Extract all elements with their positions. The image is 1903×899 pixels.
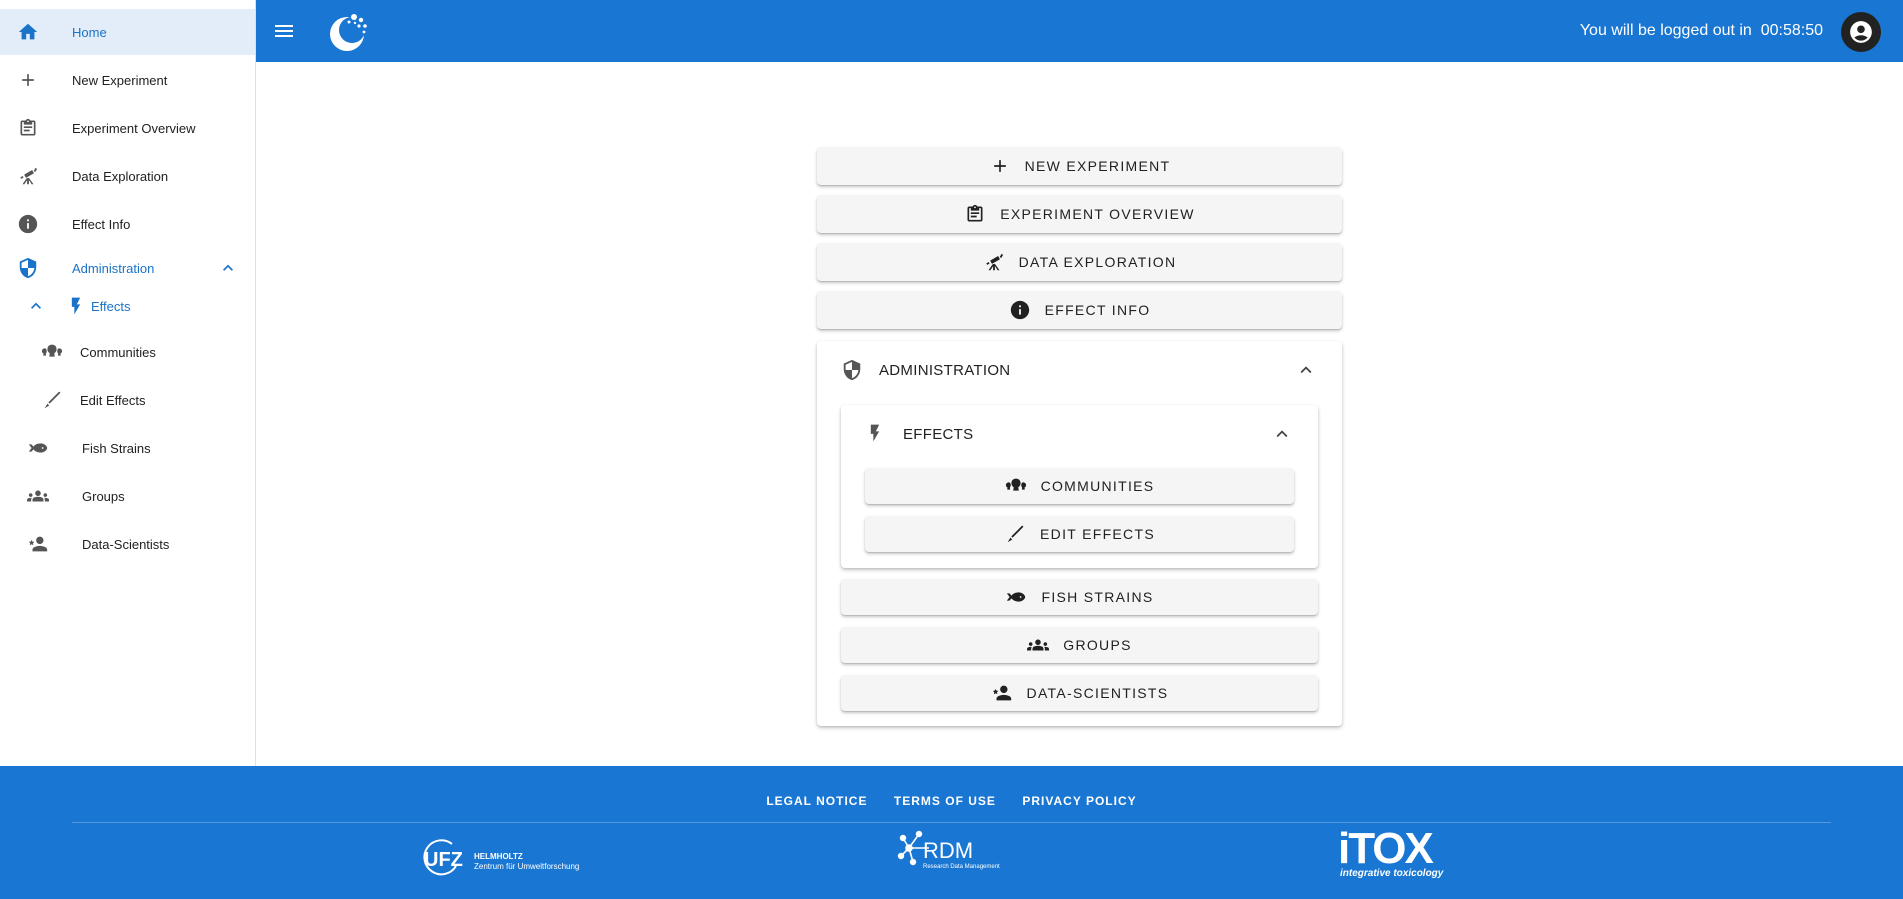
sidebar-item-label: Effects <box>91 298 131 314</box>
panel-title: EFFECTS <box>903 425 974 443</box>
sidebar-item-fish-strains[interactable]: Fish Strains <box>0 425 255 471</box>
telescope-icon <box>983 251 1005 273</box>
lightning-icon <box>865 423 887 445</box>
rdm-logo[interactable]: RDM Research Data Management <box>895 828 1011 886</box>
button-label: EXPERIMENT OVERVIEW <box>1000 206 1195 222</box>
ufz-subtitle: HELMHOLTZ <box>474 852 523 861</box>
sidebar-item-data-scientists[interactable]: Data-Scientists <box>0 521 255 567</box>
button-label: GROUPS <box>1063 637 1132 653</box>
chevron-up-icon[interactable] <box>24 294 48 318</box>
edit-effects-button[interactable]: EDIT EFFECTS <box>865 516 1294 552</box>
administration-panel: ADMINISTRATION EFFECTS COMMUNITIES EDIT … <box>817 341 1342 726</box>
administration-header[interactable]: ADMINISTRATION <box>841 358 1010 382</box>
groups-button[interactable]: GROUPS <box>841 627 1318 663</box>
sidebar-item-label: Communities <box>80 344 156 360</box>
effects-panel: EFFECTS COMMUNITIES EDIT EFFECTS <box>841 405 1318 568</box>
sidebar-item-effect-info[interactable]: Effect Info <box>0 201 255 247</box>
button-label: EDIT EFFECTS <box>1040 526 1155 542</box>
fish-icon <box>1005 586 1027 608</box>
button-label: DATA-SCIENTISTS <box>1026 685 1169 701</box>
lightning-icon <box>64 294 88 318</box>
chevron-up-icon[interactable] <box>1295 359 1317 381</box>
button-label: EFFECT INFO <box>1044 302 1151 318</box>
person-star-icon <box>26 532 50 556</box>
app-logo[interactable] <box>326 10 370 54</box>
info-icon <box>1009 299 1031 321</box>
experiment-overview-button[interactable]: EXPERIMENT OVERVIEW <box>817 195 1342 233</box>
legal-notice-link[interactable]: LEGAL NOTICE <box>766 794 867 808</box>
sidebar-item-communities[interactable]: Communities <box>0 329 255 375</box>
privacy-policy-link[interactable]: PRIVACY POLICY <box>1022 794 1136 808</box>
shield-icon <box>841 359 863 381</box>
sidebar: Home New Experiment Experiment Overview … <box>0 0 256 766</box>
sidebar-item-label: New Experiment <box>72 72 168 88</box>
rdm-text: RDM <box>923 838 974 863</box>
rdm-subtitle: Research Data Management <box>923 864 1000 870</box>
chevron-up-icon[interactable] <box>1271 423 1293 445</box>
account-icon[interactable] <box>1841 12 1881 52</box>
panel-title: ADMINISTRATION <box>879 361 1011 379</box>
effect-info-button[interactable]: EFFECT INFO <box>817 291 1342 329</box>
fish-icon <box>26 436 50 460</box>
info-icon <box>16 212 40 236</box>
communities-icon <box>1005 475 1027 497</box>
sidebar-item-label: Administration <box>72 260 155 276</box>
communities-icon <box>40 340 64 364</box>
pencil-icon <box>1004 523 1026 545</box>
sidebar-item-new-experiment[interactable]: New Experiment <box>0 57 255 103</box>
sidebar-item-effects[interactable]: Effects <box>0 283 255 329</box>
person-star-icon <box>991 682 1013 704</box>
sidebar-item-edit-effects[interactable]: Edit Effects <box>0 377 255 423</box>
app-root: Home New Experiment Experiment Overview … <box>0 0 1903 899</box>
data-exploration-button[interactable]: DATA EXPLORATION <box>817 243 1342 281</box>
terms-of-use-link[interactable]: TERMS OF USE <box>894 794 996 808</box>
sidebar-item-label: Groups <box>82 488 125 504</box>
sidebar-item-label: Data-Scientists <box>82 536 170 552</box>
fish-strains-button[interactable]: FISH STRAINS <box>841 579 1318 615</box>
button-label: FISH STRAINS <box>1041 589 1154 605</box>
menu-icon[interactable] <box>272 19 296 43</box>
footer-divider <box>72 822 1831 823</box>
clipboard-icon <box>16 116 40 140</box>
groups-icon <box>26 484 50 508</box>
ufz-subtitle-2: Zentrum für Umweltforschung <box>474 862 580 871</box>
footer: LEGAL NOTICE TERMS OF USE PRIVACY POLICY… <box>0 766 1903 899</box>
button-label: DATA EXPLORATION <box>1018 254 1177 270</box>
button-label: COMMUNITIES <box>1040 478 1155 494</box>
sidebar-item-data-exploration[interactable]: Data Exploration <box>0 153 255 199</box>
session-timer: You will be logged out in 00:58:50 <box>1579 22 1823 39</box>
clipboard-icon <box>964 203 986 225</box>
sidebar-item-label: Home <box>72 24 107 40</box>
communities-button[interactable]: COMMUNITIES <box>865 468 1294 504</box>
telescope-icon <box>16 164 40 188</box>
button-label: NEW EXPERIMENT <box>1024 158 1171 174</box>
top-app-bar: You will be logged out in 00:58:50 <box>256 0 1903 62</box>
ufz-logo[interactable]: UFZ HELMHOLTZ Zentrum für Umweltforschun… <box>422 838 592 882</box>
effects-header[interactable]: EFFECTS <box>865 422 973 446</box>
plus-icon <box>989 155 1011 177</box>
sidebar-item-home[interactable]: Home <box>0 9 255 55</box>
sidebar-item-label: Data Exploration <box>72 168 169 184</box>
footer-links: LEGAL NOTICE TERMS OF USE PRIVACY POLICY <box>0 792 1903 810</box>
data-scientists-button[interactable]: DATA-SCIENTISTS <box>841 675 1318 711</box>
shield-icon <box>16 256 40 280</box>
new-experiment-button[interactable]: NEW EXPERIMENT <box>817 147 1342 185</box>
itox-logo[interactable]: iTOX integrative toxicology <box>1338 824 1462 884</box>
chevron-up-icon[interactable] <box>216 256 240 280</box>
sidebar-item-groups[interactable]: Groups <box>0 473 255 519</box>
home-icon <box>16 20 40 44</box>
itox-subtitle: integrative toxicology <box>1340 868 1444 879</box>
groups-icon <box>1027 634 1050 656</box>
itox-text: iTOX <box>1338 824 1434 873</box>
plus-icon <box>16 68 40 92</box>
ufz-text: UFZ <box>424 849 463 871</box>
sidebar-item-experiment-overview[interactable]: Experiment Overview <box>0 105 255 151</box>
sidebar-item-label: Fish Strains <box>82 440 151 456</box>
sidebar-item-label: Edit Effects <box>80 392 146 408</box>
sidebar-item-label: Effect Info <box>72 216 131 232</box>
pencil-icon <box>40 388 64 412</box>
sidebar-item-label: Experiment Overview <box>72 120 196 136</box>
